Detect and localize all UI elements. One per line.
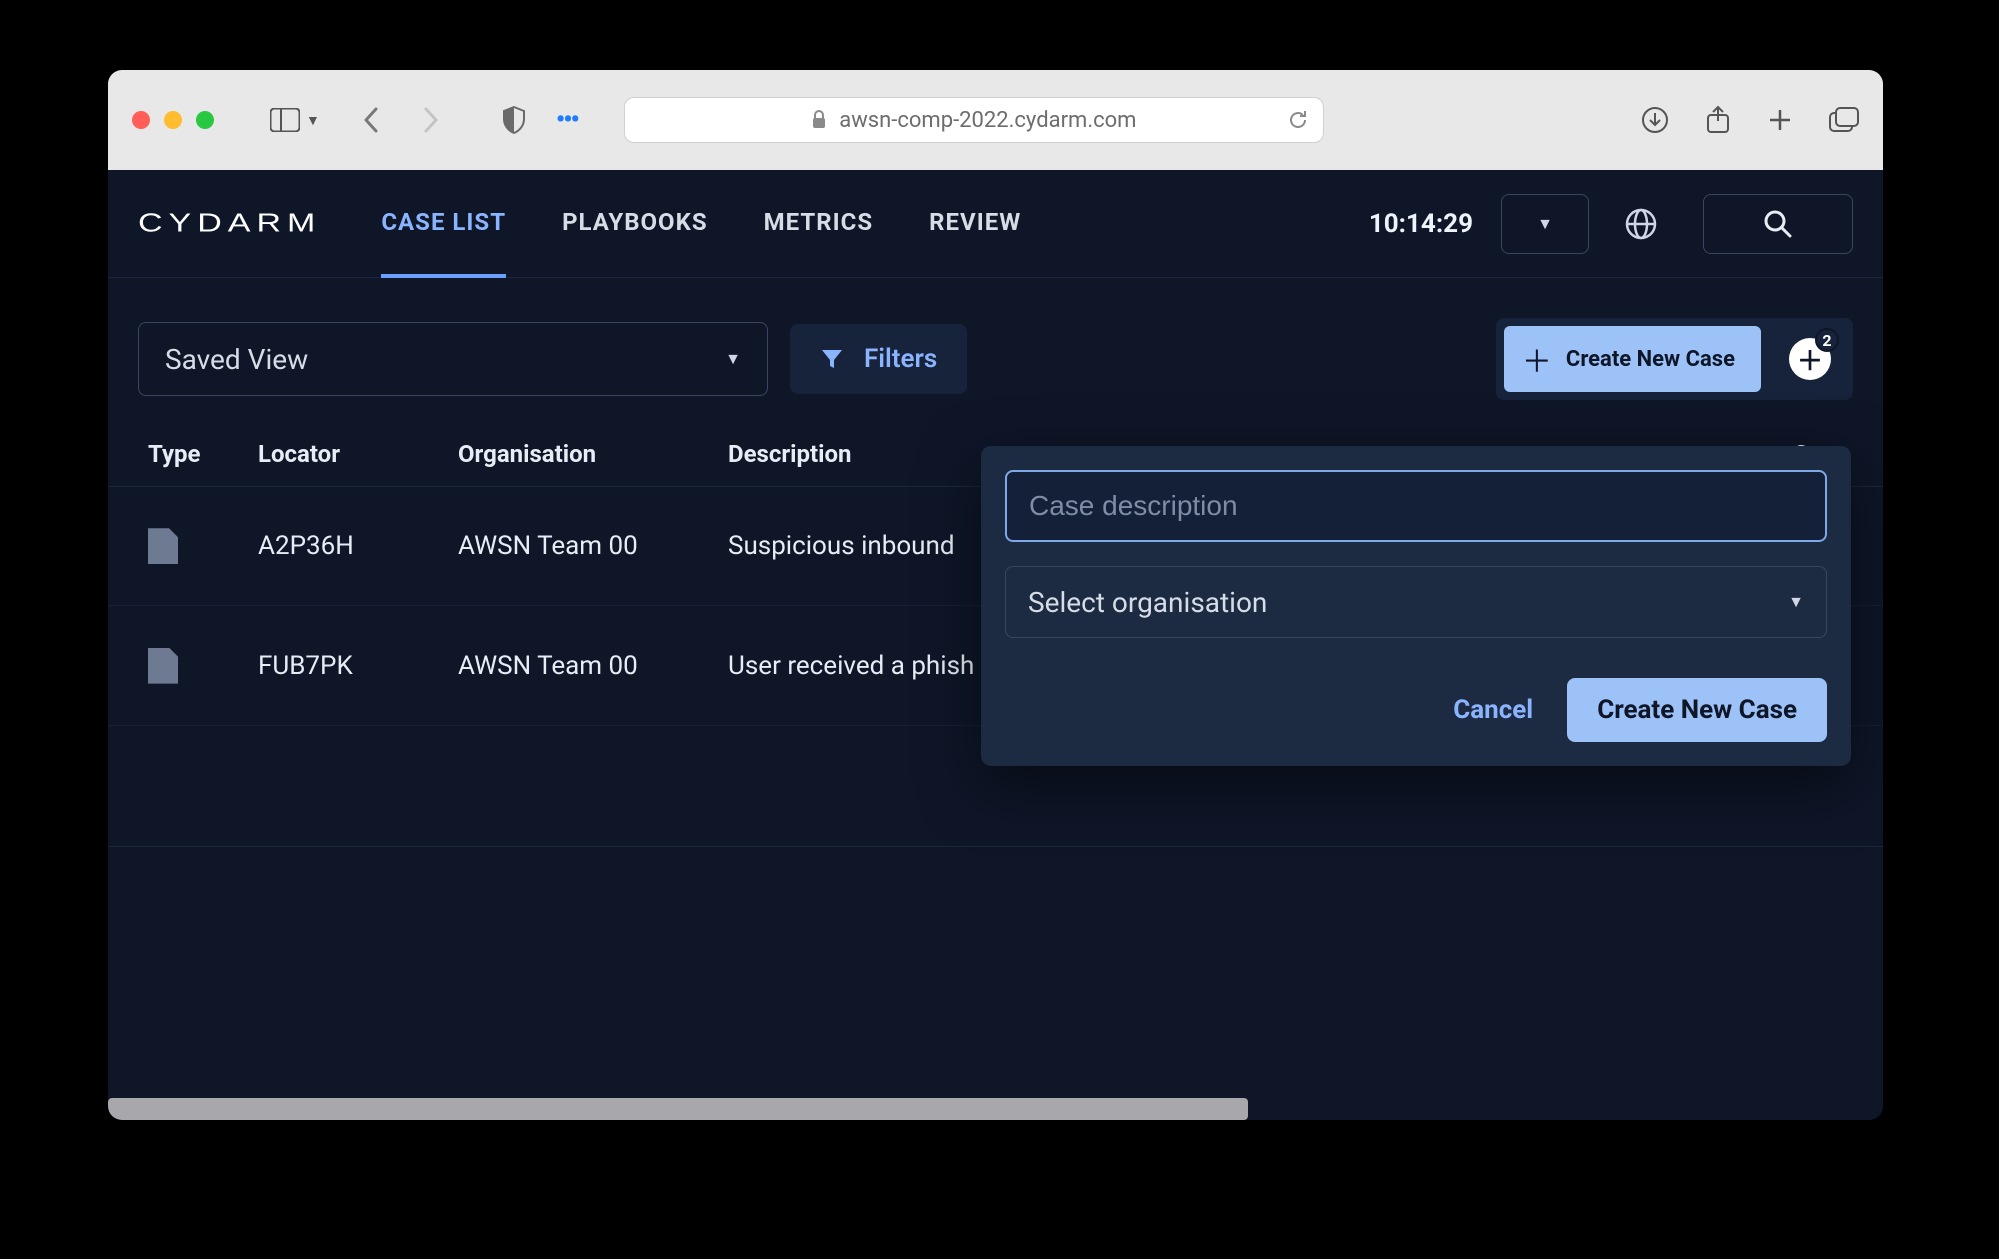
horizontal-scrollbar[interactable]	[108, 1098, 1248, 1120]
submit-create-case-label: Create New Case	[1597, 695, 1797, 725]
cell-locator: FUB7PK	[258, 651, 458, 681]
browser-window: ▼ ••• awsn-comp-2022.cydarm.com	[108, 70, 1883, 1120]
saved-view-label: Saved View	[165, 343, 308, 376]
share-icon	[1705, 105, 1731, 135]
brand-logo: CYDARM	[138, 209, 321, 238]
new-tab-button[interactable]	[1767, 107, 1793, 133]
minimize-window-button[interactable]	[164, 111, 182, 129]
globe-icon	[1624, 207, 1658, 241]
create-case-popover: Select organisation ▼ Cancel Create New …	[981, 446, 1851, 766]
tabs-overview-button[interactable]	[1829, 107, 1859, 133]
document-icon	[148, 528, 178, 564]
cell-organisation: AWSN Team 00	[458, 651, 728, 681]
downloads-button[interactable]	[1641, 106, 1669, 134]
app-root: CYDARM CASE LIST PLAYBOOKS METRICS REVIE…	[108, 170, 1883, 1120]
create-new-case-button[interactable]: ＋ Create New Case	[1504, 326, 1761, 392]
tab-metrics[interactable]: METRICS	[764, 208, 874, 240]
submit-create-case-button[interactable]: Create New Case	[1567, 678, 1827, 742]
address-url: awsn-comp-2022.cydarm.com	[839, 108, 1136, 133]
app-topbar: CYDARM CASE LIST PLAYBOOKS METRICS REVIE…	[108, 170, 1883, 278]
col-header-type[interactable]: Type	[148, 440, 258, 468]
reload-button[interactable]	[1287, 109, 1309, 131]
chevron-right-icon	[422, 106, 440, 134]
document-icon	[148, 648, 178, 684]
tab-playbooks[interactable]: PLAYBOOKS	[562, 208, 708, 240]
col-header-organisation[interactable]: Organisation	[458, 440, 728, 468]
chevron-left-icon	[362, 106, 380, 134]
zoom-window-button[interactable]	[196, 111, 214, 129]
caret-down-icon: ▼	[725, 349, 741, 369]
browser-chrome: ▼ ••• awsn-comp-2022.cydarm.com	[108, 70, 1883, 170]
organisation-select[interactable]: Select organisation ▼	[1005, 566, 1827, 638]
close-window-button[interactable]	[132, 111, 150, 129]
search-icon	[1763, 209, 1793, 239]
language-button[interactable]	[1617, 207, 1665, 241]
cell-locator: A2P36H	[258, 531, 458, 561]
create-new-case-label: Create New Case	[1566, 347, 1735, 372]
chevron-down-icon: ▼	[306, 112, 320, 129]
lock-icon	[811, 110, 827, 130]
create-case-container: ＋ Create New Case ＋ 2	[1496, 318, 1853, 400]
search-button[interactable]	[1703, 194, 1853, 254]
case-description-input[interactable]	[1005, 470, 1827, 542]
funnel-icon	[820, 347, 844, 371]
download-icon	[1641, 106, 1669, 134]
quick-add-button[interactable]: ＋ 2	[1789, 338, 1831, 380]
quick-add-badge: 2	[1815, 328, 1839, 352]
nav-tabs: CASE LIST PLAYBOOKS METRICS REVIEW	[381, 208, 1021, 240]
sidebar-icon	[270, 108, 300, 132]
saved-view-select[interactable]: Saved View ▼	[138, 322, 768, 396]
organisation-select-label: Select organisation	[1028, 586, 1267, 619]
forward-button[interactable]	[416, 105, 446, 135]
cell-organisation: AWSN Team 00	[458, 531, 728, 561]
tab-review[interactable]: REVIEW	[929, 208, 1021, 240]
back-button[interactable]	[356, 105, 386, 135]
window-controls	[132, 111, 214, 129]
tabs-icon	[1829, 107, 1859, 133]
more-icon[interactable]: •••	[556, 105, 578, 135]
caret-down-icon: ▼	[1788, 592, 1804, 612]
filters-label: Filters	[864, 344, 937, 374]
sidebar-toggle[interactable]: ▼	[270, 108, 320, 132]
privacy-shield-icon[interactable]	[502, 106, 526, 134]
plus-icon	[1767, 107, 1793, 133]
clock: 10:14:29	[1369, 209, 1473, 239]
theme-dropdown[interactable]: ▼	[1501, 194, 1589, 254]
plus-icon: ＋	[1522, 337, 1552, 381]
tab-case-list[interactable]: CASE LIST	[381, 208, 506, 278]
address-bar[interactable]: awsn-comp-2022.cydarm.com	[624, 97, 1324, 143]
share-button[interactable]	[1705, 105, 1731, 135]
col-header-locator[interactable]: Locator	[258, 440, 458, 468]
filters-button[interactable]: Filters	[790, 324, 967, 394]
toolbar-row: Saved View ▼ Filters ＋ Create New Case ＋…	[108, 278, 1883, 422]
caret-down-icon: ▼	[1537, 214, 1553, 234]
cancel-button[interactable]: Cancel	[1453, 695, 1533, 725]
